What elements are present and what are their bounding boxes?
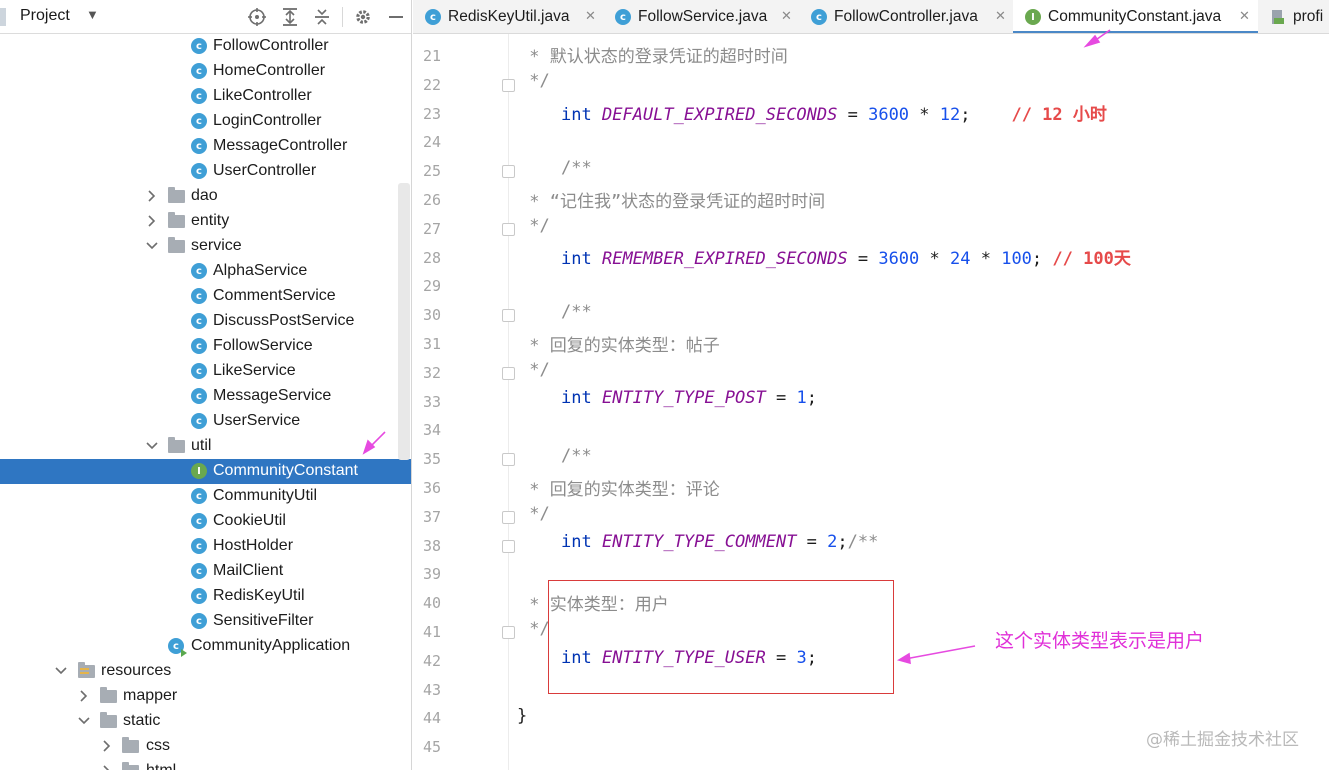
annotation-arrows (362, 29, 1111, 665)
arrow-to-highlight-box (896, 645, 976, 665)
arrow-to-active-tab (1083, 29, 1111, 48)
arrow-to-tree-selection (362, 431, 386, 455)
